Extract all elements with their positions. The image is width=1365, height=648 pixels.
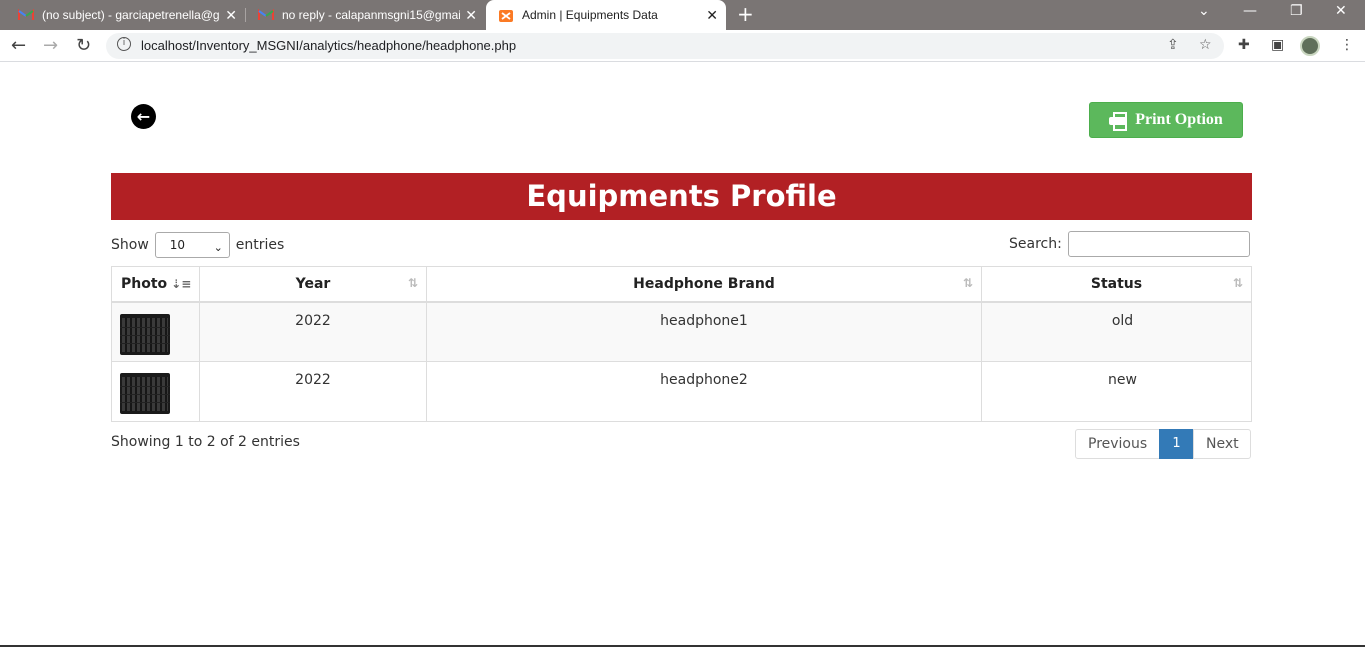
side-panel-icon[interactable]: ▣ [1271,37,1284,53]
pagination: Previous 1 Next [1075,429,1251,459]
site-info-icon[interactable]: i [117,37,131,51]
next-page-button[interactable]: Next [1193,429,1251,459]
menu-kebab-icon[interactable]: ⋮ [1340,37,1354,53]
print-option-button[interactable]: Print Option [1089,102,1243,138]
sort-icon: ⇅ [962,276,973,290]
close-tab-icon[interactable]: ✕ [465,7,477,24]
sort-ascending-icon: ⇣≡ [171,276,192,291]
gmail-icon [258,9,274,21]
browser-tab-2[interactable]: no reply - calapanmsgni15@gmai ✕ [240,0,485,30]
back-button-icon[interactable]: ← [131,104,156,129]
previous-page-button[interactable]: Previous [1075,429,1160,459]
year-cell: 2022 [199,361,427,422]
tab-title: no reply - calapanmsgni15@gmai [282,8,460,22]
bottom-divider [0,645,1365,647]
brand-cell: headphone2 [426,361,982,422]
printer-icon [1109,112,1128,131]
entries-length-control: Show 10 ⌄ entries [111,232,284,258]
extensions-icon[interactable]: ✚ [1238,37,1250,53]
table-row: 2022 headphone1 old [111,301,1252,362]
share-icon[interactable]: ⇪ [1167,37,1179,53]
headphone-photo [120,313,170,355]
tab-search-chevron-icon[interactable]: ⌄ [1198,3,1210,19]
profile-avatar[interactable] [1300,36,1320,56]
url-text[interactable]: localhost/Inventory_MSGNI/analytics/head… [141,38,516,53]
browser-tab-1[interactable]: (no subject) - garciapetrenella@g ✕ [0,0,245,30]
column-header-brand[interactable]: Headphone Brand ⇅ [426,266,982,303]
tab-title: (no subject) - garciapetrenella@g [42,8,220,22]
column-header-photo[interactable]: Photo ⇣≡ [111,266,200,303]
tab-strip: (no subject) - garciapetrenella@g ✕ no r… [0,0,1365,30]
table-row: 2022 headphone2 new [111,361,1252,422]
status-cell: old [981,301,1252,362]
entries-length-value: 10 [169,238,186,252]
search-input[interactable] [1067,231,1250,257]
page-content: ← Print Option Equipments Profile Show 1… [0,62,1365,648]
browser-toolbar: ← → ↻ i localhost/Inventory_MSGNI/analyt… [0,30,1365,62]
brand-cell: headphone1 [426,301,982,362]
close-tab-icon[interactable]: ✕ [706,7,718,24]
photo-cell [111,301,200,362]
close-tab-icon[interactable]: ✕ [225,7,237,24]
entries-label: entries [235,237,285,253]
headphone-photo [120,373,170,414]
sort-icon: ⇅ [1232,276,1243,290]
table-info: Showing 1 to 2 of 2 entries [111,434,300,450]
search-label: Search: [1009,236,1062,252]
gmail-icon [18,9,34,21]
restore-icon[interactable]: ❐ [1290,3,1303,19]
chevron-down-icon: ⌄ [213,241,223,254]
table-header-row: Photo ⇣≡ Year ⇅ Headphone Brand ⇅ Status ⇅ [111,266,1252,303]
tab-title: Admin | Equipments Data [522,8,658,22]
page-1-button[interactable]: 1 [1159,429,1194,459]
close-window-icon[interactable]: ✕ [1335,3,1347,19]
photo-cell [111,361,200,422]
address-bar[interactable]: i localhost/Inventory_MSGNI/analytics/he… [106,33,1224,59]
year-cell: 2022 [199,301,427,362]
forward-arrow-icon[interactable]: → [43,35,58,56]
column-header-status[interactable]: Status ⇅ [981,266,1252,303]
equipments-table: Photo ⇣≡ Year ⇅ Headphone Brand ⇅ Status ⇅ 2… [111,266,1252,422]
back-arrow-icon[interactable]: ← [11,35,26,56]
print-option-label: Print Option [1135,111,1223,128]
status-cell: new [981,361,1252,422]
entries-length-select[interactable]: 10 ⌄ [154,232,230,258]
sort-icon: ⇅ [407,276,418,290]
minimize-icon[interactable]: — [1243,3,1257,19]
xampp-icon [498,9,514,22]
bookmark-star-icon[interactable]: ☆ [1199,37,1212,53]
new-tab-icon[interactable]: + [737,2,754,26]
search-control: Search: [1009,231,1250,257]
browser-tab-active[interactable]: Admin | Equipments Data ✕ [486,0,726,30]
page-title-banner: Equipments Profile [111,173,1252,220]
reload-icon[interactable]: ↻ [76,35,91,56]
show-label: Show [111,237,149,253]
column-header-year[interactable]: Year ⇅ [199,266,427,303]
